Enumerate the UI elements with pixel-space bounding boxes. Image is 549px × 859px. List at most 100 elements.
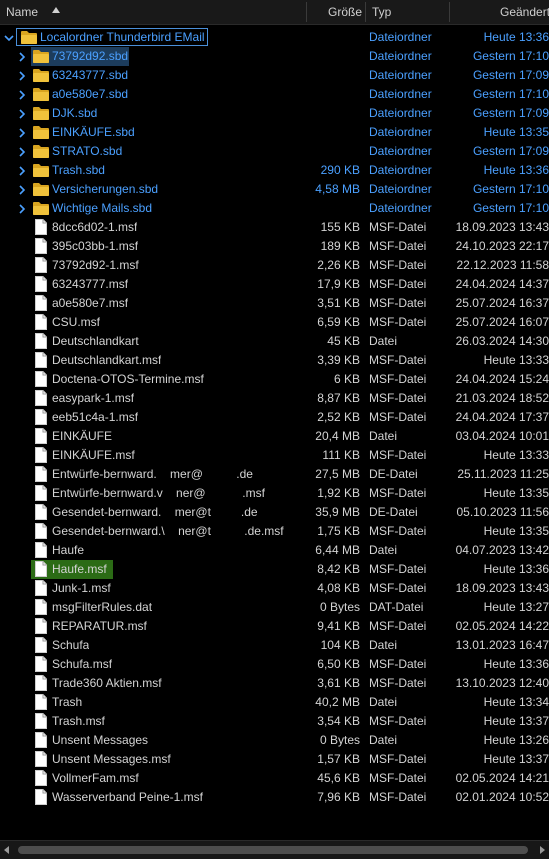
file-row[interactable]: REPARATUR.msf 9,41 KB MSF-Datei 02.05.2024 …	[0, 617, 549, 636]
folder-row[interactable]: 73792d92.sbd Dateiordner Gestern 17:10	[0, 47, 549, 66]
sort-ascending-icon	[52, 7, 60, 13]
scroll-right-icon[interactable]	[540, 846, 545, 854]
column-divider[interactable]	[306, 2, 307, 22]
item-name: Unsent Messages	[52, 733, 149, 747]
file-row[interactable]: easypark-1.msf 8,87 KB MSF-Datei 21.03.2024…	[0, 389, 549, 408]
file-icon	[35, 295, 47, 311]
item-size: 111 KB	[322, 448, 360, 462]
chevron-down-icon[interactable]	[4, 32, 14, 42]
chevron-right-icon[interactable]	[17, 203, 27, 214]
column-header-size[interactable]: Größe	[328, 0, 362, 24]
item-size: 6,59 KB	[317, 315, 360, 329]
item-modified: Heute 13:36	[483, 30, 549, 44]
item-name: Entwürfe-bernward. mer@ .de	[52, 467, 253, 481]
chevron-right-icon[interactable]	[17, 70, 27, 81]
file-row[interactable]: 8dcc6d02-1.msf 155 KB MSF-Datei 18.09.2023 …	[0, 218, 549, 237]
item-size	[306, 142, 360, 161]
chevron-right-icon[interactable]	[17, 146, 27, 157]
file-icon	[35, 770, 47, 786]
item-modified: 13.01.2023 16:47	[455, 638, 549, 652]
item-type: MSF-Datei	[369, 220, 427, 234]
folder-row[interactable]: DJK.sbd Dateiordner Gestern 17:09	[0, 104, 549, 123]
file-row[interactable]: Schufa.msf 6,50 KB MSF-Datei Heute 13:36	[0, 655, 549, 674]
chevron-right-icon[interactable]	[17, 127, 27, 138]
chevron-right-icon[interactable]	[17, 51, 27, 62]
item-size: 45,6 KB	[317, 771, 360, 785]
folder-row[interactable]: Localordner Thunderbird EMail Dateiordner…	[0, 28, 549, 47]
file-row[interactable]: Entwürfe-bernward.v ner@ .msf 1,92 KB MSF-…	[0, 484, 549, 503]
item-type: MSF-Datei	[369, 562, 427, 576]
file-row[interactable]: msgFilterRules.dat 0 Bytes DAT-Datei Heute …	[0, 598, 549, 617]
item-modified: Heute 13:34	[483, 695, 549, 709]
item-modified: Heute 13:37	[483, 714, 549, 728]
folder-row[interactable]: 63243777.sbd Dateiordner Gestern 17:09	[0, 66, 549, 85]
file-row[interactable]: VollmerFam.msf 45,6 KB MSF-Datei 02.05.2024…	[0, 769, 549, 788]
item-type: Datei	[369, 695, 398, 709]
column-header-name[interactable]: Name	[6, 0, 38, 24]
file-row[interactable]: a0e580e7.msf 3,51 KB MSF-Datei 25.07.2024 1…	[0, 294, 549, 313]
column-divider[interactable]	[449, 2, 450, 22]
item-type: Dateiordner	[369, 163, 432, 177]
item-type: MSF-Datei	[369, 391, 427, 405]
file-row[interactable]: EINKÄUFE 20,4 MB Datei 03.04.2024 10:01	[0, 427, 549, 446]
folder-row[interactable]: Versicherungen.sbd 4,58 MB Dateiordner Gest…	[0, 180, 549, 199]
folder-row[interactable]: Trash.sbd 290 KB Dateiordner Heute 13:36	[0, 161, 549, 180]
folder-row[interactable]: EINKÄUFE.sbd Dateiordner Heute 13:35	[0, 123, 549, 142]
folder-row[interactable]: a0e580e7.sbd Dateiordner Gestern 17:10	[0, 85, 549, 104]
file-row[interactable]: Trash.msf 3,54 KB MSF-Datei Heute 13:37	[0, 712, 549, 731]
item-name: Trash	[52, 695, 83, 709]
column-header-type[interactable]: Typ	[372, 0, 391, 24]
file-icon	[35, 732, 47, 748]
file-icon	[35, 523, 47, 539]
scrollbar-thumb[interactable]	[18, 846, 528, 854]
file-row[interactable]: CSU.msf 6,59 KB MSF-Datei 25.07.2024 16:07	[0, 313, 549, 332]
chevron-right-icon[interactable]	[17, 89, 27, 100]
file-icon	[35, 428, 47, 444]
item-modified: Heute 13:27	[483, 600, 549, 614]
chevron-right-icon[interactable]	[17, 184, 27, 195]
item-modified: Gestern 17:09	[472, 106, 549, 120]
file-row[interactable]: Doctena-OTOS-Termine.msf 6 KB MSF-Datei 24.…	[0, 370, 549, 389]
file-row[interactable]: Deutschlandkart.msf 3,39 KB MSF-Datei Heute…	[0, 351, 549, 370]
file-row[interactable]: Trash 40,2 MB Datei Heute 13:34	[0, 693, 549, 712]
file-row[interactable]: Trade360 Aktien.msf 3,61 KB MSF-Datei 13.10…	[0, 674, 549, 693]
item-size: 6 KB	[333, 372, 360, 386]
file-row[interactable]: Haufe.msf 8,42 KB MSF-Datei Heute 13:36	[0, 560, 549, 579]
item-name: VollmerFam.msf	[52, 771, 139, 785]
folder-row[interactable]: Wichtige Mails.sbd Dateiordner Gestern 17:…	[0, 199, 549, 218]
file-row[interactable]: 73792d92-1.msf 2,26 KB MSF-Datei 22.12.2023…	[0, 256, 549, 275]
file-row[interactable]: Haufe 6,44 MB Datei 04.07.2023 13:42	[0, 541, 549, 560]
horizontal-scrollbar[interactable]	[0, 840, 549, 859]
file-icon	[35, 789, 47, 805]
file-row[interactable]: Gesendet-bernward. mer@t .de 35,9 MB DE-Da…	[0, 503, 549, 522]
column-divider[interactable]	[365, 2, 366, 22]
file-row[interactable]: Junk-1.msf 4,08 KB MSF-Datei 18.09.2023 13:…	[0, 579, 549, 598]
file-row[interactable]: Unsent Messages 0 Bytes Datei Heute 13:26	[0, 731, 549, 750]
scroll-left-icon[interactable]	[4, 846, 9, 854]
item-name: Gesendet-bernward. mer@t .de	[52, 505, 258, 519]
file-row[interactable]: Wasserverband Peine-1.msf 7,96 KB MSF-Date…	[0, 788, 549, 807]
folder-row[interactable]: STRATO.sbd Dateiordner Gestern 17:09	[0, 142, 549, 161]
item-name: Haufe.msf	[52, 562, 107, 576]
item-name: REPARATUR.msf	[52, 619, 147, 633]
file-row[interactable]: Deutschlandkart 45 KB Datei 26.03.2024 14:3…	[0, 332, 549, 351]
item-size: 0 Bytes	[319, 600, 360, 614]
item-name: EINKÄUFE.msf	[52, 448, 135, 462]
file-row[interactable]: EINKÄUFE.msf 111 KB MSF-Datei Heute 13:33	[0, 446, 549, 465]
file-icon	[35, 257, 47, 273]
chevron-right-icon[interactable]	[17, 165, 27, 176]
item-size: 3,51 KB	[317, 296, 360, 310]
file-row[interactable]: Entwürfe-bernward. mer@ .de 27,5 MB DE-Dat…	[0, 465, 549, 484]
item-size: 35,9 MB	[315, 505, 360, 519]
item-modified: Gestern 17:10	[472, 49, 549, 63]
file-row[interactable]: Schufa 104 KB Datei 13.01.2023 16:47	[0, 636, 549, 655]
file-row[interactable]: Gesendet-bernward.\ ner@t .de.msf 1,75 KB…	[0, 522, 549, 541]
item-name: Gesendet-bernward.\ ner@t .de.msf	[52, 524, 284, 538]
item-modified: Heute 13:36	[483, 657, 549, 671]
column-header-modified[interactable]: Geändert	[500, 0, 549, 24]
file-row[interactable]: Unsent Messages.msf 1,57 KB MSF-Datei Heute…	[0, 750, 549, 769]
chevron-right-icon[interactable]	[17, 108, 27, 119]
file-row[interactable]: eeb51c4a-1.msf 2,52 KB MSF-Datei 24.04.2024…	[0, 408, 549, 427]
file-row[interactable]: 63243777.msf 17,9 KB MSF-Datei 24.04.2024 1…	[0, 275, 549, 294]
file-row[interactable]: 395c03bb-1.msf 189 KB MSF-Datei 24.10.2023 …	[0, 237, 549, 256]
